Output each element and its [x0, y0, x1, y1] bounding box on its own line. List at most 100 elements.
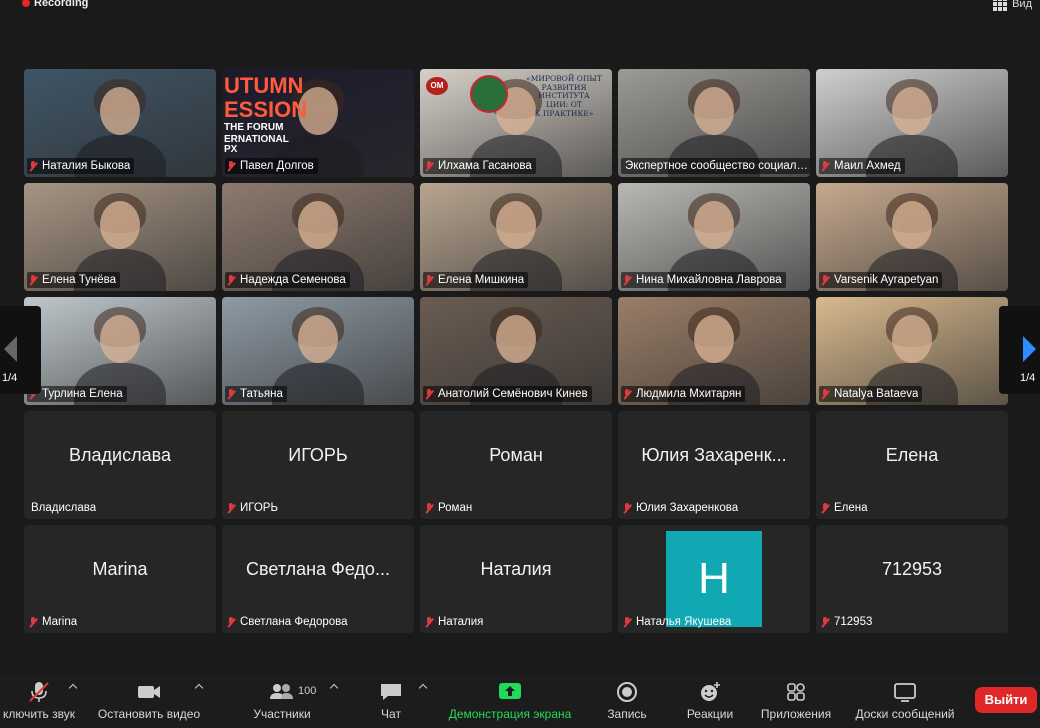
grid-view-icon [993, 0, 1008, 11]
participant-tile[interactable]: Светлана Федо... Светлана Федорова [222, 525, 414, 633]
participants-options-chevron-up-icon[interactable] [329, 683, 339, 693]
participant-tile[interactable]: Татьяна [222, 297, 414, 405]
participant-display-name: Наталия [480, 559, 552, 579]
participant-tile[interactable]: Елена Тунёва [24, 183, 216, 291]
participant-name: Экспертное сообщество социальной ответст… [625, 160, 809, 172]
participant-name: Елена Мишкина [438, 274, 525, 286]
whiteboards-label: Доски сообщений [855, 707, 955, 721]
participant-name-label: Нина Михайловна Лаврова [621, 272, 786, 288]
participant-display-name: Владислава [69, 445, 171, 465]
record-label: Запись [607, 707, 647, 721]
participant-tile[interactable]: Наталия Наталия [420, 525, 612, 633]
participant-tile[interactable]: Владислава Владислава [24, 411, 216, 519]
whiteboards-button[interactable]: Доски сообщений [848, 681, 962, 721]
microphone-muted-icon [227, 617, 235, 627]
participant-tile[interactable]: Marina Marina [24, 525, 216, 633]
participant-tile[interactable]: Елена Мишкина [420, 183, 612, 291]
stop-video-button[interactable]: Остановить видео [92, 681, 206, 721]
participant-name: Маил Ахмед [834, 160, 901, 172]
participant-name-label: Natalya Bataeva [819, 386, 923, 402]
microphone-muted-icon [821, 275, 829, 285]
microphone-muted-icon [227, 161, 235, 171]
participant-name: ИГОРЬ [240, 502, 279, 514]
chat-icon [370, 681, 412, 703]
participant-name-label: Роман [423, 500, 476, 516]
participant-name-label: Marina [27, 614, 81, 630]
unmute-label: ключить звук [2, 707, 76, 721]
chat-options-chevron-up-icon[interactable] [418, 683, 428, 693]
participant-name-label: Светлана Федорова [225, 614, 352, 630]
whiteboard-icon [848, 681, 962, 703]
previous-page-button[interactable]: 1/4 [0, 306, 41, 394]
participant-tile[interactable]: UTUMN ESSION THE FORUM ERNATIONAL PX Павел Д… [222, 69, 414, 177]
participant-tile[interactable]: Нина Михайловна Лаврова [618, 183, 810, 291]
chat-button[interactable]: Чат [370, 681, 412, 721]
view-label: Вид [1012, 0, 1032, 10]
record-button[interactable]: Запись [600, 681, 654, 721]
participant-tile[interactable]: Экспертное сообщество социальной ответст… [618, 69, 810, 177]
participant-name: Natalya Bataeva [834, 388, 919, 400]
leave-meeting-button[interactable]: Выйти [975, 687, 1037, 713]
participant-display-name: Юлия Захаренк... [641, 445, 787, 465]
record-icon [600, 681, 654, 703]
participant-tile[interactable]: Наталия Быкова [24, 69, 216, 177]
participant-tile[interactable]: Юлия Захаренк... Юлия Захаренкова [618, 411, 810, 519]
participant-tile[interactable]: Анатолий Семёнович Кинев [420, 297, 612, 405]
participant-tile[interactable]: Людмила Мхитарян [618, 297, 810, 405]
participant-name-label: Елена [819, 500, 872, 516]
next-page-button[interactable]: 1/4 [999, 306, 1040, 394]
participant-name-label: Елена Мишкина [423, 272, 529, 288]
participant-tile[interactable]: Natalya Bataeva [816, 297, 1008, 405]
microphone-muted-icon [29, 161, 37, 171]
participant-name-label: Павел Долгов [225, 158, 318, 174]
microphone-muted-icon [623, 503, 631, 513]
participant-name-label: Анатолий Семёнович Кинев [423, 386, 592, 402]
apps-icon [756, 681, 836, 703]
reactions-button[interactable]: Реакции [680, 681, 740, 721]
participant-tile[interactable]: Varsenik Ayrapetyan [816, 183, 1008, 291]
background-banner: UTUMN ESSION THE FORUM ERNATIONAL PX [224, 73, 307, 157]
participant-name: Marina [42, 616, 78, 628]
microphone-muted-icon [425, 275, 433, 285]
participant-tile[interactable]: Елена Елена [816, 411, 1008, 519]
participant-tile[interactable]: Маил Ахмед [816, 69, 1008, 177]
slide-line: К ПРАКТИКЕ» [534, 108, 594, 118]
microphone-muted-icon [821, 389, 829, 399]
participant-tile[interactable]: «МИРОВОЙ ОПЫТ РАЗВИТИЯ ИНСТИТУТА ЦИИ: ОТ К … [420, 69, 612, 177]
banner-line: UTUMN [224, 73, 304, 98]
participant-name-label: Наталия [423, 614, 487, 630]
recording-indicator[interactable]: Recording [22, 0, 88, 9]
participant-name-label: Экспертное сообщество социальной ответст… [621, 158, 810, 174]
microphone-muted-icon [29, 275, 37, 285]
participant-tile[interactable]: ИГОРЬ ИГОРЬ [222, 411, 414, 519]
participant-tile[interactable]: Турлина Елена [24, 297, 216, 405]
share-screen-button[interactable]: Демонстрация экрана [440, 681, 580, 721]
reactions-label: Реакции [686, 707, 734, 721]
participant-display-name: 712953 [881, 559, 943, 579]
page-indicator-left: 1/4 [2, 372, 18, 384]
participant-tile[interactable]: Роман Роман [420, 411, 612, 519]
unmute-button[interactable]: ключить звук [0, 681, 78, 721]
apps-label: Приложения [760, 707, 832, 721]
participant-name: Елена [834, 502, 868, 514]
view-button[interactable]: Вид [993, 0, 1032, 11]
participant-name: Людмила Мхитарян [636, 388, 742, 400]
participant-tile[interactable]: 712953 712953 [816, 525, 1008, 633]
meeting-toolbar: ключить звук Остановить видео Участники … [0, 675, 1040, 728]
microphone-muted-icon [227, 389, 235, 399]
microphone-muted-icon [227, 503, 235, 513]
participant-tile[interactable]: H Наталья Якушева [618, 525, 810, 633]
participant-display-name: Светлана Федо... [246, 559, 390, 579]
participant-tile[interactable]: Надежда Семенова [222, 183, 414, 291]
participant-name-label: Маил Ахмед [819, 158, 905, 174]
share-screen-icon [440, 681, 580, 703]
participant-name: Нина Михайловна Лаврова [636, 274, 782, 286]
participant-name: Надежда Семенова [240, 274, 346, 286]
record-dot-icon [22, 0, 30, 7]
share-screen-label: Демонстрация экрана [448, 707, 572, 721]
emblem-icon [470, 75, 508, 113]
microphone-muted-icon [623, 389, 631, 399]
participant-name-label: Varsenik Ayrapetyan [819, 272, 943, 288]
apps-button[interactable]: Приложения [756, 681, 836, 721]
participant-name: Юлия Захаренкова [636, 502, 739, 514]
